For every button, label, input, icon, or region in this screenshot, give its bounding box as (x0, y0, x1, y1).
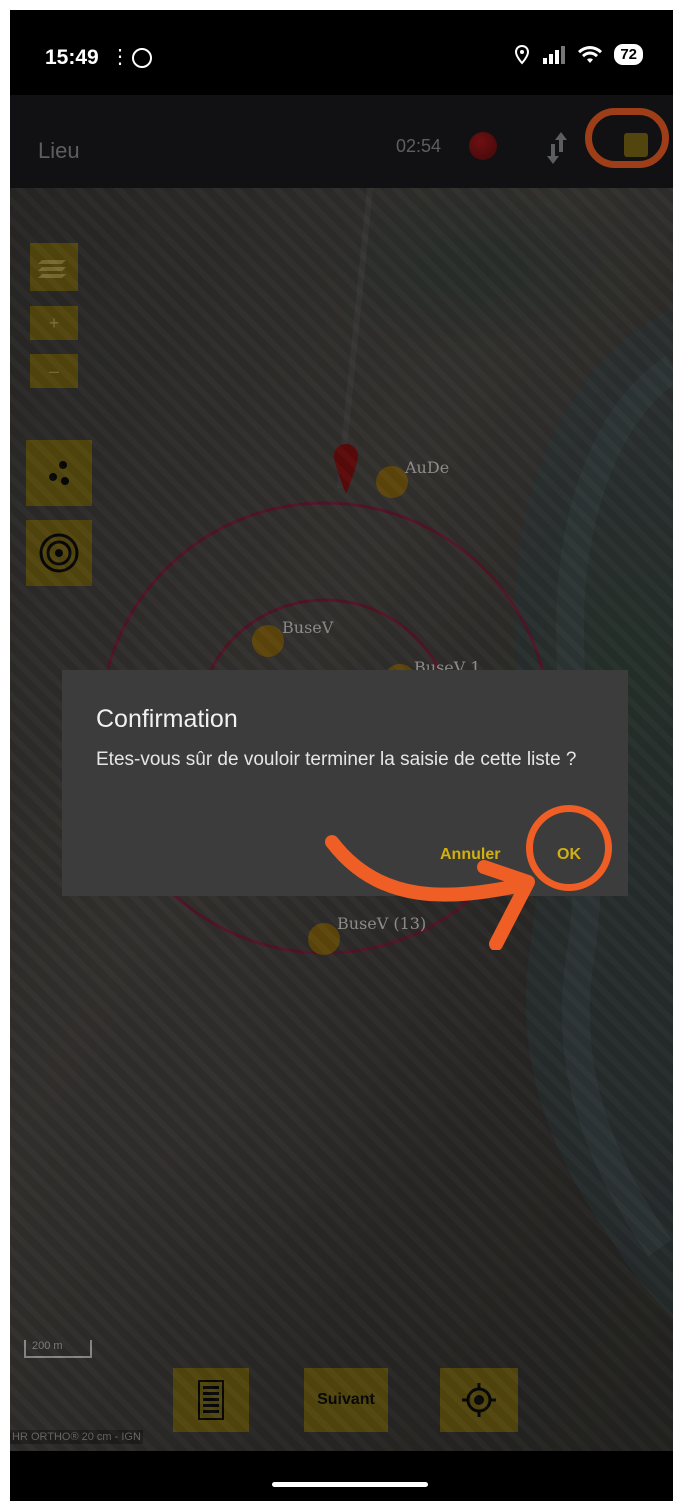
status-bar: 15:49 ⋮ 72 (10, 10, 673, 95)
wifi-icon (578, 45, 603, 63)
dialog-message: Etes-vous sûr de vouloir terminer la sai… (96, 749, 577, 770)
signal-icon (543, 45, 566, 64)
loading-icon (132, 48, 152, 68)
home-indicator[interactable] (272, 1482, 428, 1487)
status-icons: 72 (514, 44, 643, 65)
status-dots: ⋮ (110, 46, 130, 68)
navigation-bar (10, 1451, 673, 1501)
phone-screen: 15:49 ⋮ 72 Lieu 02:54 + – AuDe BuseV Bus… (10, 10, 673, 1501)
dialog-title: Confirmation (96, 705, 238, 733)
battery-indicator: 72 (614, 44, 643, 65)
annotation-arrow (325, 835, 535, 950)
status-time: 15:49 (45, 46, 99, 69)
location-icon (515, 44, 530, 64)
